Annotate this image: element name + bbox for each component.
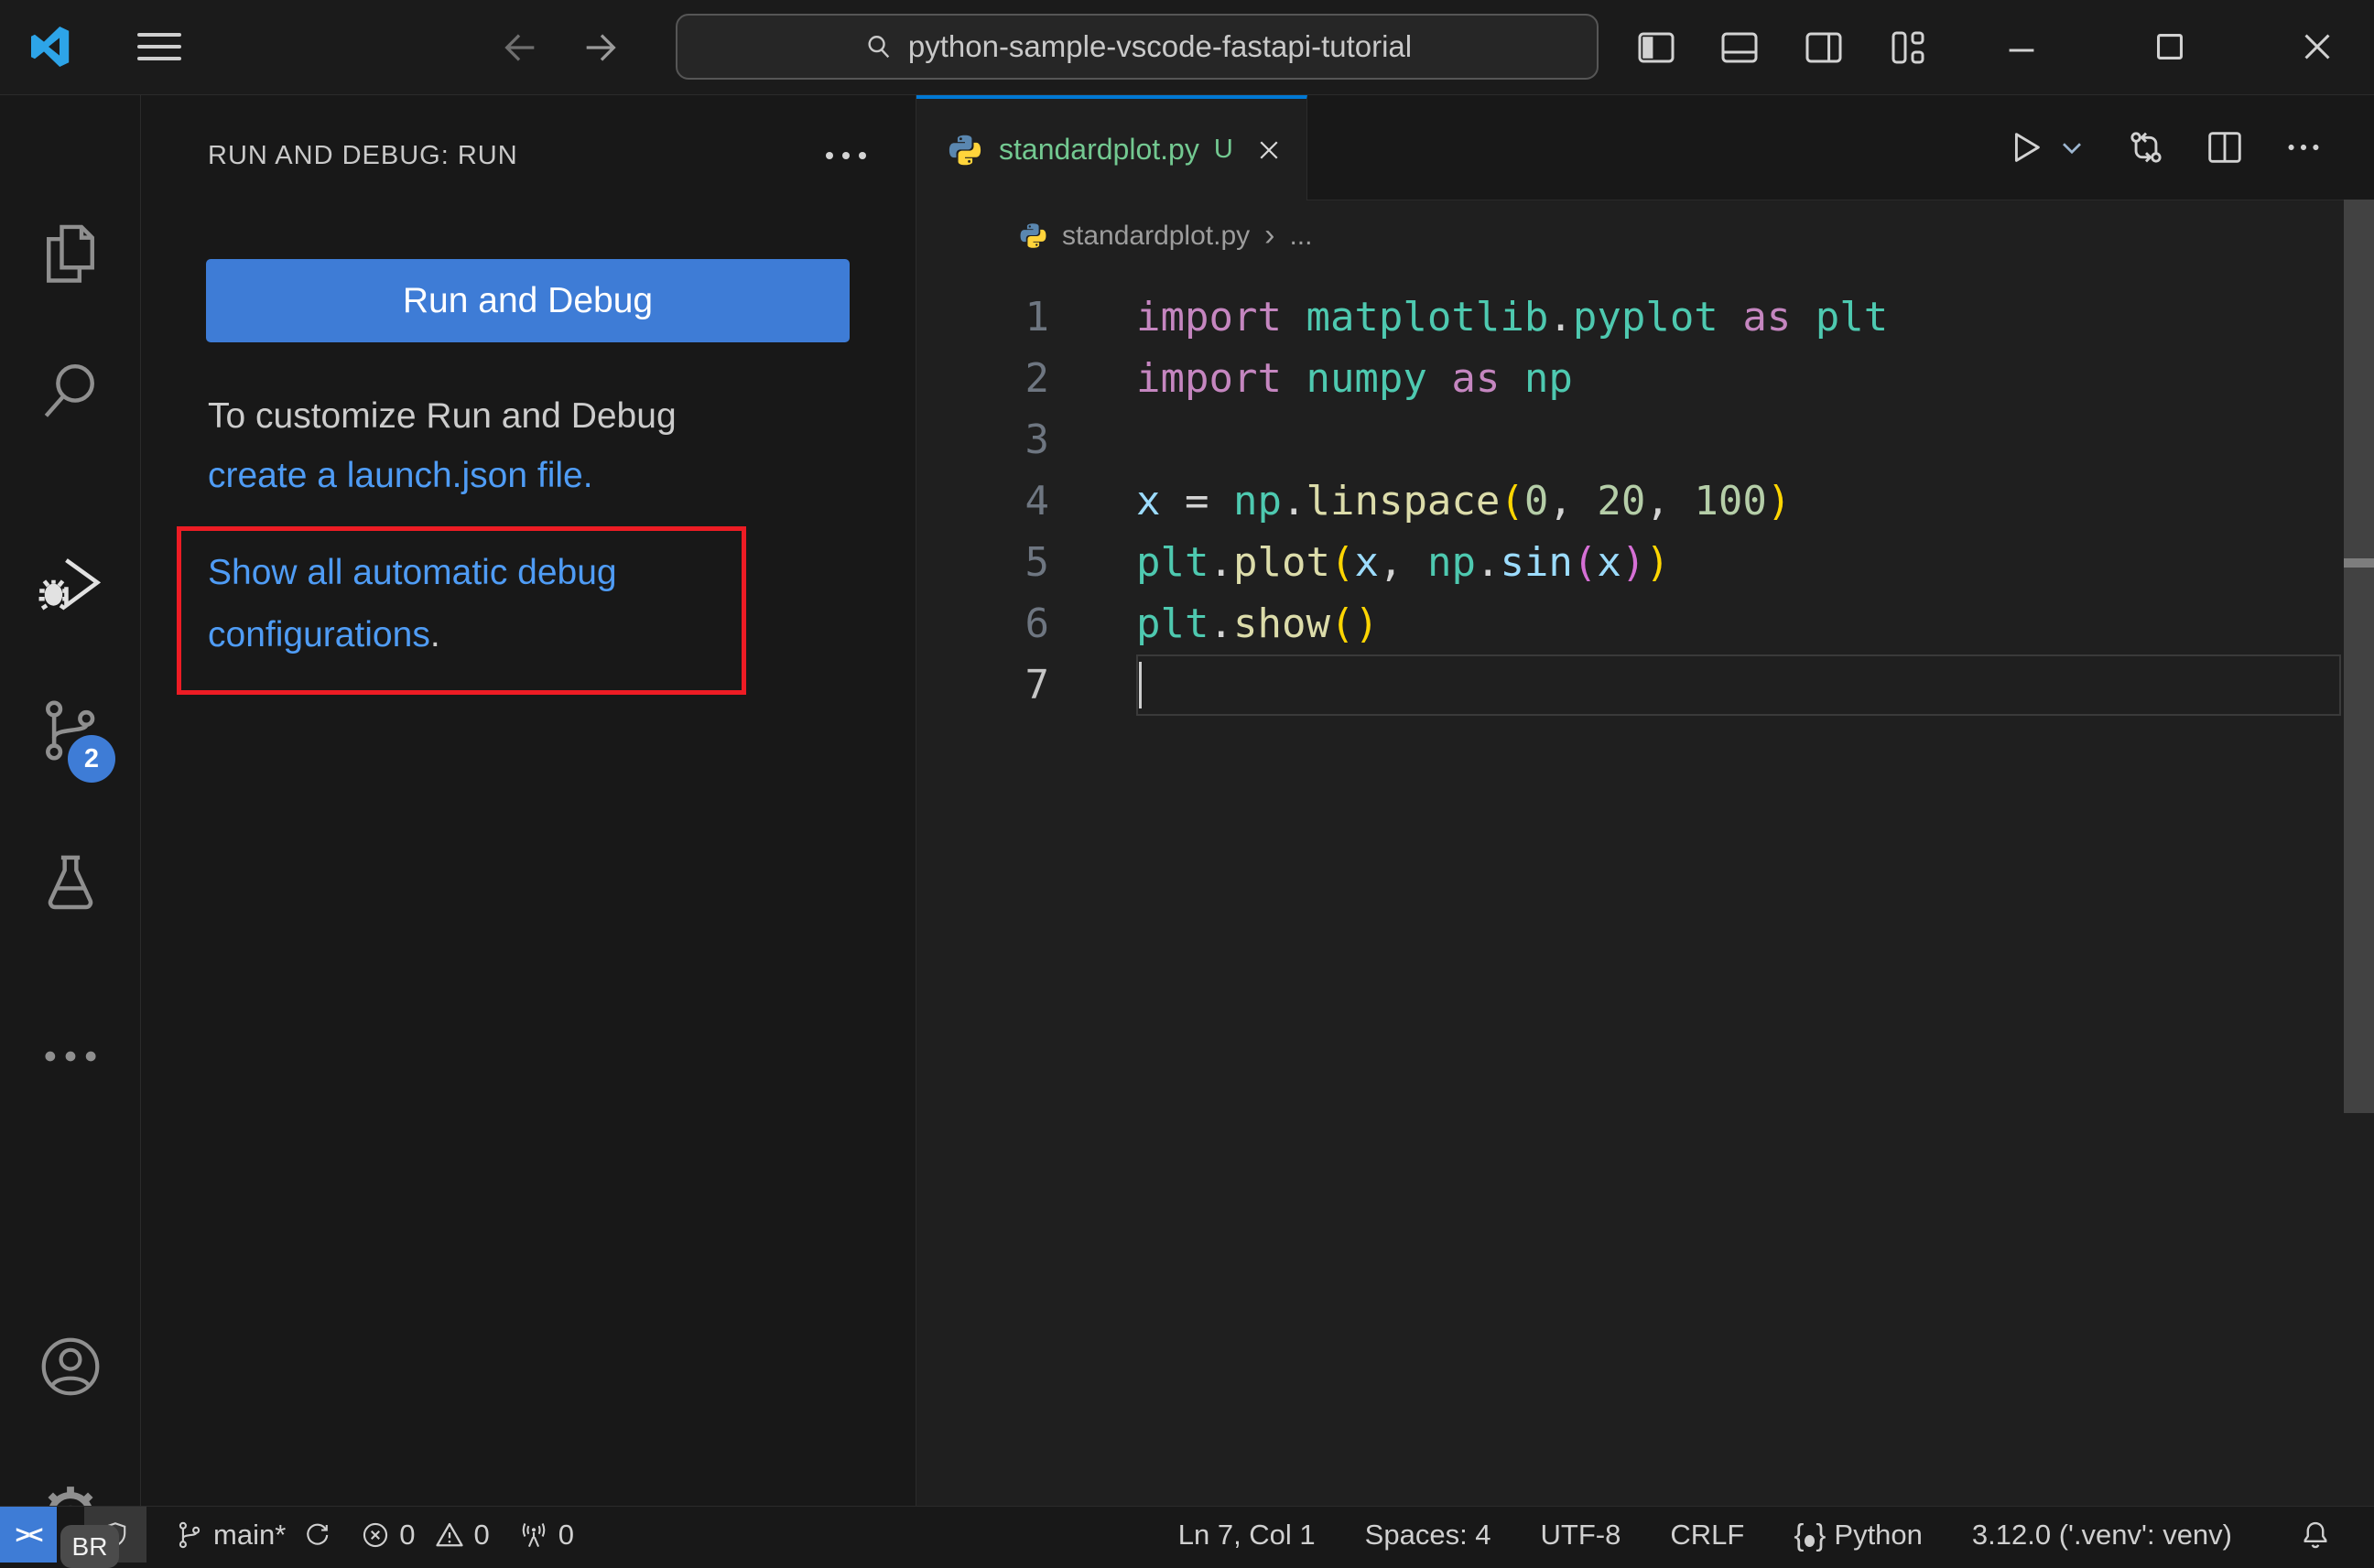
chevron-right-icon: ›: [1264, 218, 1275, 253]
maximize-window-icon[interactable]: [2149, 26, 2191, 68]
create-launch-json-link[interactable]: create a launch.json file.: [208, 456, 593, 496]
run-and-debug-sidebar: RUN AND DEBUG: RUN Run and Debug To cust…: [141, 95, 916, 1506]
code-text: plt.plot(x, np.sin(x)): [1136, 539, 1670, 586]
code-line-7[interactable]: 7: [916, 654, 2374, 716]
run-and-debug-icon[interactable]: [0, 548, 140, 620]
breadcrumb[interactable]: standardplot.py › ...: [916, 200, 2374, 271]
git-branch-status[interactable]: main*: [174, 1519, 332, 1552]
run-dropdown-chevron-icon[interactable]: [2055, 131, 2088, 164]
code-text: x = np.linspace(0, 20, 100): [1136, 478, 1792, 524]
code-line-6[interactable]: 6 plt.show(): [916, 593, 2374, 654]
code-text: import numpy as np: [1136, 355, 1573, 402]
warnings-icon: [435, 1522, 463, 1546]
line-number: 6: [1024, 600, 1050, 647]
run-python-file-icon[interactable]: [2004, 126, 2046, 168]
tab-label: standardplot.py: [999, 133, 1199, 166]
ports-status[interactable]: 0: [517, 1519, 574, 1552]
explorer-icon[interactable]: [0, 220, 140, 289]
line-number: 2: [1024, 355, 1050, 402]
sidebar-title: RUN AND DEBUG: RUN: [208, 141, 518, 170]
forward-arrow-icon[interactable]: [580, 27, 622, 69]
code-line-3[interactable]: 3: [916, 409, 2374, 470]
show-configs-link-line1[interactable]: Show all automatic debug: [208, 553, 617, 593]
python-file-icon: [1019, 222, 1047, 250]
code-line-1[interactable]: 1 import matplotlib.pyplot as plt: [916, 287, 2374, 348]
editor-toolbar: [2004, 95, 2374, 200]
source-control-badge: 2: [68, 735, 115, 783]
code-line-5[interactable]: 5 plt.plot(x, np.sin(x)): [916, 532, 2374, 593]
back-arrow-icon[interactable]: [499, 27, 541, 69]
python-file-icon: [948, 133, 982, 168]
toggle-primary-sidebar-icon[interactable]: [1634, 26, 1678, 70]
search-icon: [862, 31, 894, 62]
errors-icon: [363, 1522, 388, 1547]
line-number: 3: [1024, 416, 1050, 463]
line-number: 5: [1024, 539, 1050, 586]
editor-more-actions-icon[interactable]: [2282, 126, 2325, 168]
run-and-debug-button[interactable]: Run and Debug: [206, 259, 850, 342]
line-number: 7: [1024, 662, 1050, 708]
remote-indicator[interactable]: ><: [0, 1507, 57, 1563]
menu-icon[interactable]: [137, 33, 181, 60]
command-center-text: python-sample-vscode-fastapi-tutorial: [907, 29, 1413, 63]
tab-bar: standardplot.py U: [916, 95, 2374, 200]
show-configs-link-line2[interactable]: configurations.: [208, 615, 440, 655]
code-text: [1136, 654, 2341, 716]
search-sidebar-icon[interactable]: [0, 358, 140, 427]
tab-standardplot-py[interactable]: standardplot.py U: [916, 95, 1307, 200]
more-views-icon[interactable]: [0, 1022, 140, 1091]
forwarded-ports-count: 0: [558, 1518, 575, 1551]
code-line-2[interactable]: 2 import numpy as np: [916, 348, 2374, 409]
radio-tower-icon: [522, 1522, 545, 1547]
testing-icon[interactable]: [0, 849, 140, 919]
git-branch-icon: [179, 1521, 201, 1548]
tab-untracked-indicator: U: [1213, 135, 1233, 164]
sync-icon: [307, 1523, 329, 1545]
indentation-status[interactable]: Spaces: 4: [1365, 1519, 1491, 1552]
code-line-4[interactable]: 4 x = np.linspace(0, 20, 100): [916, 470, 2374, 532]
code-lines: 1 import matplotlib.pyplot as plt 2 import …: [916, 271, 2374, 716]
highlight-red-box: [177, 526, 746, 695]
customize-hint-text: To customize Run and Debug: [208, 396, 677, 436]
split-editor-icon[interactable]: [2204, 126, 2246, 168]
branch-name: main*: [213, 1518, 287, 1551]
text-cursor: [1139, 662, 1142, 708]
code-text: import matplotlib.pyplot as plt: [1136, 294, 1889, 341]
encoding-status[interactable]: UTF-8: [1541, 1519, 1621, 1552]
customize-layout-icon[interactable]: [1886, 26, 1930, 70]
link-period: .: [429, 615, 440, 654]
line-number: 4: [1024, 478, 1050, 524]
eol-status[interactable]: CRLF: [1670, 1519, 1744, 1552]
views-and-more-actions-icon[interactable]: [826, 152, 866, 159]
tab-close-icon[interactable]: [1255, 136, 1283, 164]
status-bar: >< main* 0 0 0 Ln 7, Col 1 Spaces: 4 UTF…: [0, 1506, 2374, 1563]
title-bar: python-sample-vscode-fastapi-tutorial: [0, 0, 2374, 95]
warning-count: 0: [473, 1518, 490, 1551]
toggle-panel-icon[interactable]: [1718, 26, 1762, 70]
open-changes-icon[interactable]: [2125, 126, 2167, 168]
language-mode-status[interactable]: {} Python: [1794, 1518, 1923, 1552]
error-count: 0: [399, 1518, 416, 1551]
braces-language-icon: {}: [1794, 1517, 1827, 1552]
notifications-bell-icon[interactable]: [2298, 1518, 2333, 1552]
python-interpreter-status[interactable]: 3.12.0 ('.venv': venv): [1972, 1519, 2232, 1552]
line-number: 1: [1024, 294, 1050, 341]
problems-status[interactable]: 0 0: [360, 1519, 490, 1552]
command-center-search[interactable]: python-sample-vscode-fastapi-tutorial: [676, 14, 1599, 80]
vscode-logo-icon: [27, 25, 71, 69]
activity-bar: 2 BR: [0, 95, 141, 1568]
breadcrumb-more[interactable]: ...: [1289, 221, 1312, 252]
cursor-position-status[interactable]: Ln 7, Col 1: [1178, 1519, 1316, 1552]
editor-group: standardplot.py U standardplot.py › ... …: [916, 95, 2374, 1506]
editor-scrollbar[interactable]: [2344, 200, 2374, 1113]
toggle-secondary-sidebar-icon[interactable]: [1802, 26, 1846, 70]
scrollbar-marker: [2344, 558, 2374, 568]
code-text: plt.show(): [1136, 600, 1379, 647]
close-window-icon[interactable]: [2296, 26, 2338, 68]
account-icon[interactable]: [0, 1331, 140, 1402]
breadcrumb-file[interactable]: standardplot.py: [1062, 221, 1250, 252]
minimize-window-icon[interactable]: [2000, 29, 2043, 71]
